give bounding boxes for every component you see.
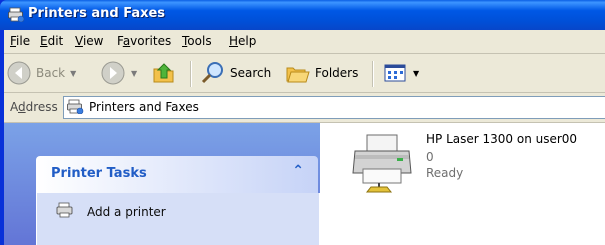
menu-bar: File Edit View Favorites Tools Help xyxy=(4,30,605,54)
toolbar-separator xyxy=(372,61,374,87)
search-icon xyxy=(201,62,223,84)
address-value: Printers and Faxes xyxy=(89,100,199,114)
back-arrow-icon xyxy=(7,61,31,85)
views-grid-icon xyxy=(384,64,406,82)
content-area: Printer Tasks ⌃ Add a printer HP Laser 1… xyxy=(4,123,605,245)
back-label: Back xyxy=(36,66,66,80)
menu-help[interactable]: Help xyxy=(229,34,256,48)
up-folder-icon xyxy=(153,63,174,83)
forward-dropdown-icon[interactable]: ▼ xyxy=(131,69,137,78)
window-frame: Printers and Faxes File Edit View Favori… xyxy=(0,0,605,245)
search-button[interactable]: Search xyxy=(200,60,271,86)
collapse-chevron-icon[interactable]: ⌃ xyxy=(292,163,304,179)
menu-file[interactable]: File xyxy=(10,34,30,48)
toolbar: Back ▼ ▼ Search Folders ▼ xyxy=(4,54,605,93)
forward-arrow-icon xyxy=(101,61,125,85)
printer-name[interactable]: HP Laser 1300 on user00 xyxy=(426,132,577,146)
menu-view[interactable]: View xyxy=(75,34,103,48)
window-title: Printers and Faxes xyxy=(28,6,166,21)
menu-tools[interactable]: Tools xyxy=(182,34,212,48)
printer-jobs-count: 0 xyxy=(426,150,434,164)
title-bar[interactable]: Printers and Faxes xyxy=(0,0,605,30)
back-dropdown-icon[interactable]: ▼ xyxy=(70,69,76,78)
printer-tasks-title: Printer Tasks xyxy=(51,166,147,181)
folders-label: Folders xyxy=(315,66,359,80)
printer-tasks-body: Add a printer xyxy=(36,193,320,245)
back-button[interactable]: Back ▼ xyxy=(6,60,76,86)
toolbar-separator xyxy=(190,61,192,87)
menu-edit[interactable]: Edit xyxy=(40,34,63,48)
folders-icon xyxy=(286,67,310,83)
printer-status: Ready xyxy=(426,166,464,180)
views-button[interactable]: ▼ xyxy=(382,60,419,86)
address-label: Address xyxy=(10,100,58,114)
printer-folder-icon xyxy=(8,7,25,22)
up-folder-button[interactable] xyxy=(151,60,177,86)
add-printer-icon xyxy=(56,202,73,218)
address-bar: Address Printers and Faxes xyxy=(4,93,605,123)
add-printer-link[interactable]: Add a printer xyxy=(87,205,166,219)
printer-icon[interactable] xyxy=(351,133,415,193)
search-label: Search xyxy=(230,66,272,80)
printer-tasks-header[interactable]: Printer Tasks ⌃ xyxy=(36,156,318,193)
window-body: File Edit View Favorites Tools Help Back… xyxy=(4,30,605,245)
views-dropdown-icon[interactable]: ▼ xyxy=(413,69,419,78)
address-input[interactable]: Printers and Faxes xyxy=(63,96,605,119)
menu-favorites[interactable]: Favorites xyxy=(117,34,171,48)
task-pane: Printer Tasks ⌃ Add a printer xyxy=(4,123,320,245)
forward-button[interactable]: ▼ xyxy=(100,60,137,86)
folders-button[interactable]: Folders xyxy=(285,60,358,86)
printer-folder-icon xyxy=(67,99,84,114)
